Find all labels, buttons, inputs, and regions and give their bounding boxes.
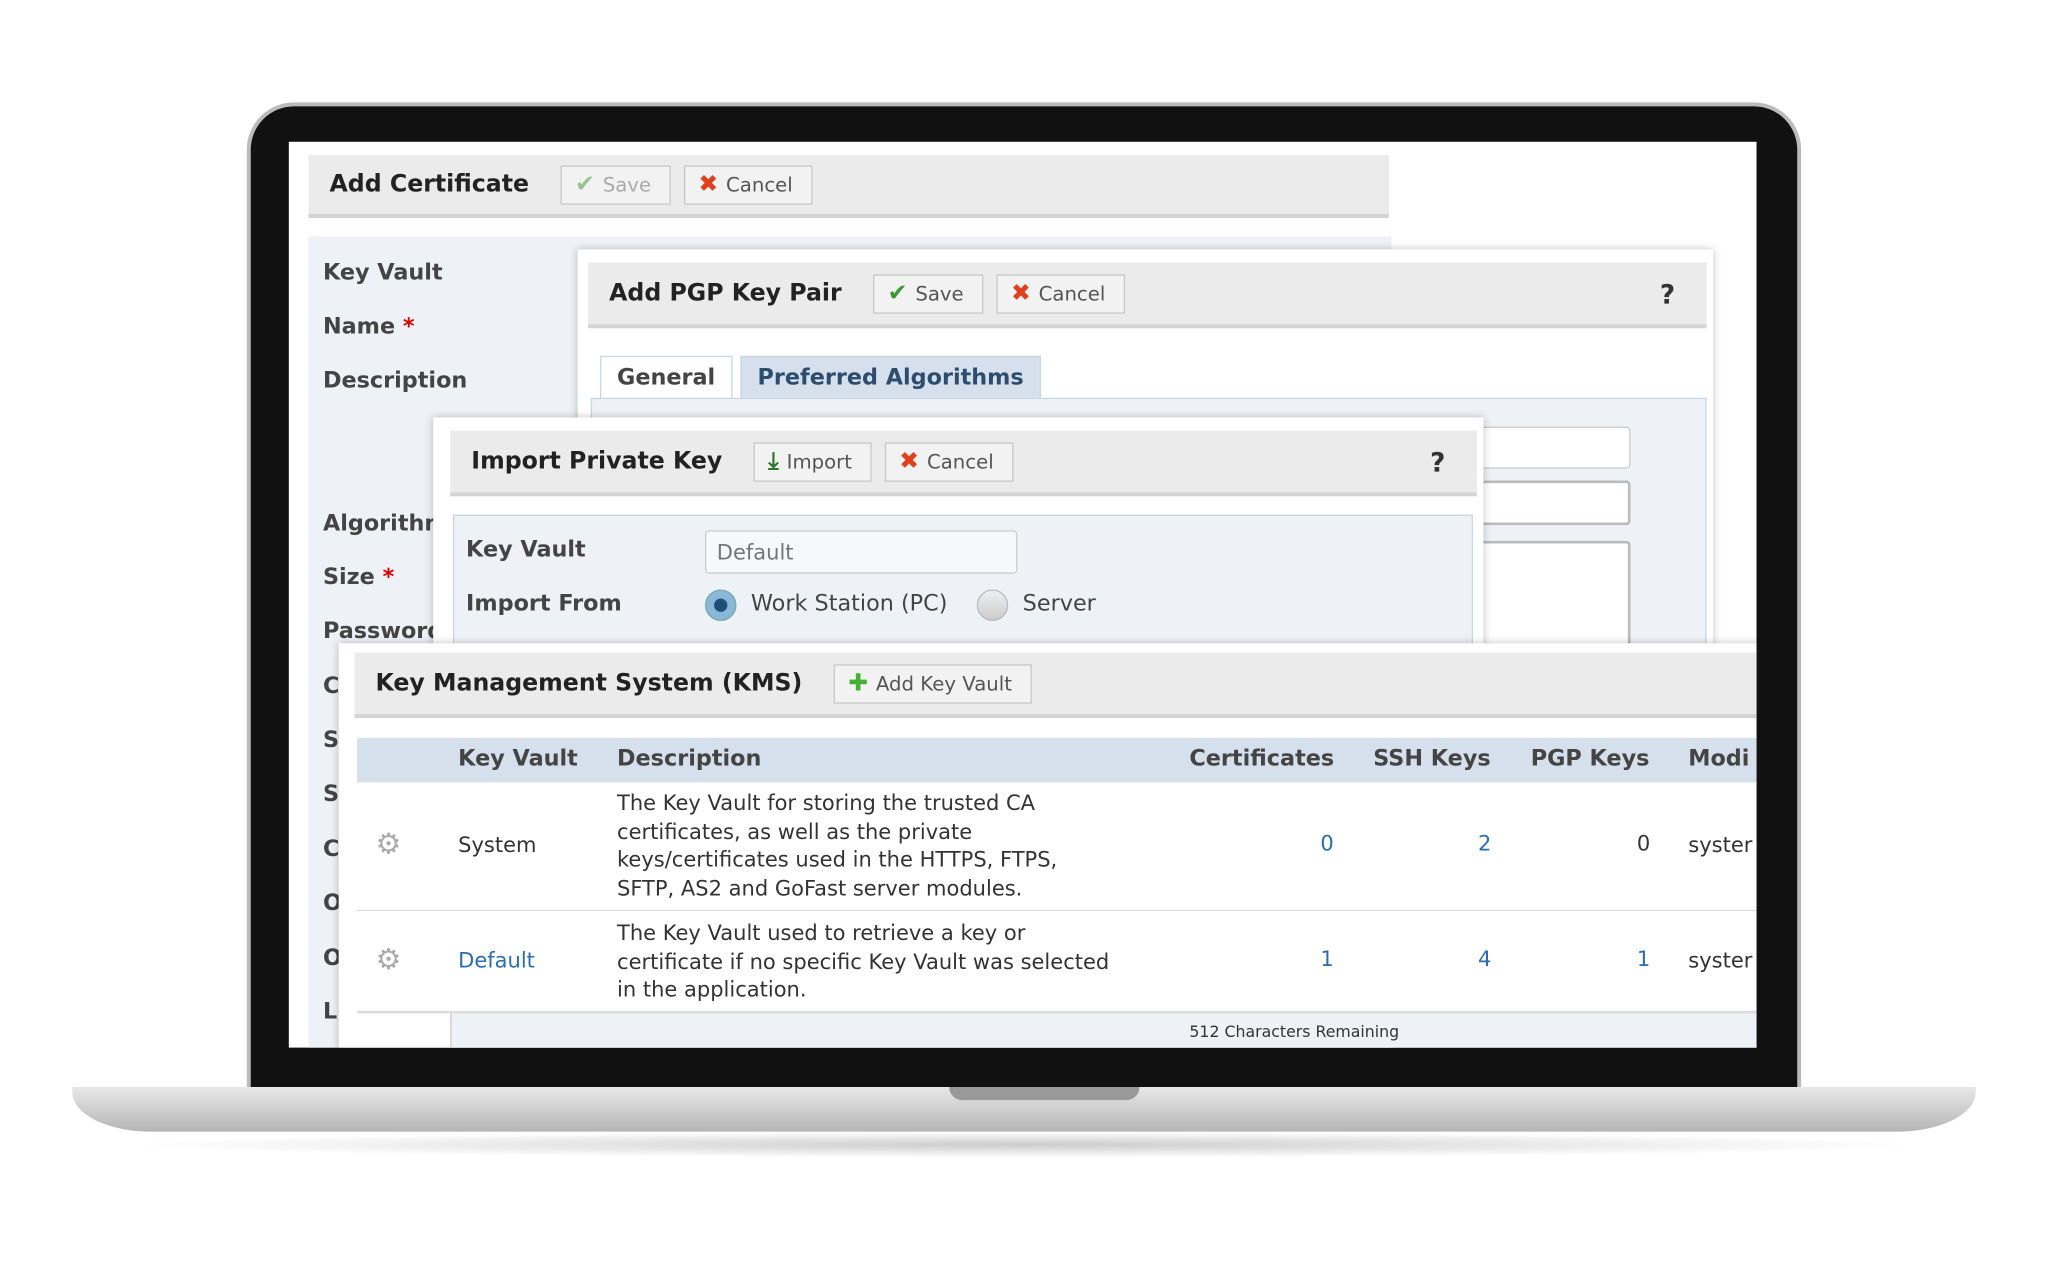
modified-by: syster (1688, 832, 1753, 858)
description-line: certificates, as well as the private (617, 818, 973, 844)
import-cancel-button[interactable]: ✖ Cancel (884, 441, 1014, 482)
description-line: The Key Vault used to retrieve a key or (617, 920, 1026, 946)
form-label: L (323, 999, 337, 1025)
key-vault-name: System (458, 832, 537, 858)
col-description[interactable]: Description (617, 746, 761, 772)
cancel-button[interactable]: ✖ Cancel (683, 164, 813, 205)
screen: Add Certificate ✔ Save ✖ Cancel Key Vault N… (288, 141, 1757, 1048)
radio-workstation[interactable] (704, 589, 737, 621)
download-icon: ⤓ (768, 447, 779, 476)
form-label: C (323, 673, 339, 699)
form-label-text: Description (322, 367, 468, 394)
save-label: Save (602, 172, 652, 197)
key-vault-label: Key Vault (466, 536, 586, 564)
form-label: Password (323, 618, 443, 644)
underlying-form (450, 1013, 1757, 1048)
plus-icon: ✚ (848, 669, 869, 698)
form-label-text: L (322, 999, 338, 1026)
key-vault-input[interactable] (704, 530, 1018, 574)
form-label: Size * (323, 565, 394, 591)
radio-server-label: Server (1022, 590, 1096, 618)
pgp-keys-count[interactable]: 1 (1571, 947, 1650, 972)
col-modified[interactable]: Modi (1688, 746, 1749, 772)
radio-server[interactable] (976, 589, 1009, 621)
cancel-label: Cancel (926, 449, 994, 474)
pgp-cancel-button[interactable]: ✖ Cancel (996, 273, 1126, 314)
ssh-keys-count[interactable]: 2 (1413, 831, 1491, 856)
pgp-input[interactable] (1470, 480, 1631, 526)
cancel-label: Cancel (1038, 281, 1106, 306)
description-line: SFTP, AS2 and GoFast server modules. (617, 874, 1023, 900)
pgp-save-button[interactable]: ✔ Save (873, 273, 984, 314)
form-label-text: S (322, 727, 340, 754)
help-icon[interactable]: ? (1430, 446, 1445, 478)
add-certificate-header: Add Certificate ✔ Save ✖ Cancel (308, 154, 1389, 218)
form-label-text: Name (322, 313, 396, 341)
kms-header: Key Management System (KMS) ✚ Add Key Vau… (354, 652, 1757, 719)
save-label: Save (915, 281, 964, 306)
form-label: Description (323, 368, 467, 394)
form-label: Algorithm (323, 511, 448, 537)
import-from-label: Import From (466, 590, 622, 618)
close-icon: ✖ (1010, 279, 1031, 308)
close-icon: ✖ (698, 170, 719, 199)
help-icon[interactable]: ? (1660, 278, 1675, 310)
pgp-keys-count: 0 (1636, 831, 1651, 856)
check-icon: ✔ (887, 279, 908, 308)
gear-icon[interactable]: ⚙ (375, 828, 401, 861)
col-certificates[interactable]: Certificates (1189, 746, 1334, 772)
description-line: in the application. (617, 976, 807, 1002)
form-label-text: Key Vault (322, 259, 443, 287)
required-mark: * (382, 564, 395, 591)
row-divider (357, 909, 1757, 912)
characters-remaining: 512 Characters Remaining (1189, 1022, 1400, 1042)
description-line: keys/certificates used in the HTTPS, FTP… (617, 846, 1058, 872)
modified-by: syster (1688, 947, 1753, 973)
pgp-header: Add PGP Key Pair ✔ Save ✖ Cancel ? (588, 262, 1707, 329)
pgp-input[interactable] (1470, 426, 1631, 469)
key-vault-name[interactable]: Default (458, 947, 535, 975)
save-button[interactable]: ✔ Save (560, 164, 671, 205)
radio-workstation-label: Work Station (PC) (750, 590, 948, 618)
kms-title: Key Management System (KMS) (375, 669, 803, 698)
check-icon: ✔ (575, 170, 595, 199)
import-title: Import Private Key (471, 447, 723, 476)
tab-preferred-algorithms[interactable]: Preferred Algorithms (740, 355, 1041, 400)
ssh-keys-count[interactable]: 4 (1413, 947, 1491, 972)
form-label-text: Password (322, 618, 444, 645)
certificates-count[interactable]: 0 (1255, 831, 1333, 856)
form-label: C (323, 836, 339, 862)
certificates-count[interactable]: 1 (1255, 947, 1333, 972)
col-key-vault[interactable]: Key Vault (458, 746, 578, 772)
import-header: Import Private Key ⤓ Import ✖ Cancel ? (450, 430, 1477, 497)
description-line: The Key Vault for storing the trusted CA (617, 790, 1036, 816)
add-key-vault-label: Add Key Vault (875, 671, 1012, 696)
form-label: Key Vault (323, 260, 443, 286)
form-label: Name * (323, 314, 415, 340)
pgp-title: Add PGP Key Pair (609, 279, 842, 308)
add-certificate-title: Add Certificate (329, 170, 530, 199)
laptop-notch (949, 1086, 1140, 1101)
col-ssh-keys[interactable]: SSH Keys (1373, 746, 1490, 772)
description-line: certificate if no specific Key Vault was… (617, 948, 1110, 974)
add-key-vault-button[interactable]: ✚ Add Key Vault (833, 663, 1032, 704)
cancel-label: Cancel (726, 172, 793, 197)
pgp-textarea[interactable] (1470, 540, 1631, 660)
laptop-shadow (118, 1131, 1930, 1158)
close-icon: ✖ (899, 447, 920, 476)
form-label-text: Size (322, 564, 375, 591)
required-mark: * (402, 313, 415, 341)
import-button[interactable]: ⤓ Import (753, 441, 872, 482)
form-label: S (323, 727, 339, 753)
import-label: Import (786, 449, 853, 474)
laptop-mockup: Add Certificate ✔ Save ✖ Cancel Key Vault N… (0, 0, 2048, 1263)
form-label-text: C (322, 836, 340, 863)
col-pgp-keys[interactable]: PGP Keys (1531, 746, 1650, 772)
form-label-text: Algorithm (322, 510, 448, 537)
form-label-text: C (322, 673, 340, 700)
gear-icon[interactable]: ⚙ (375, 944, 401, 977)
tab-general[interactable]: General (599, 355, 733, 400)
